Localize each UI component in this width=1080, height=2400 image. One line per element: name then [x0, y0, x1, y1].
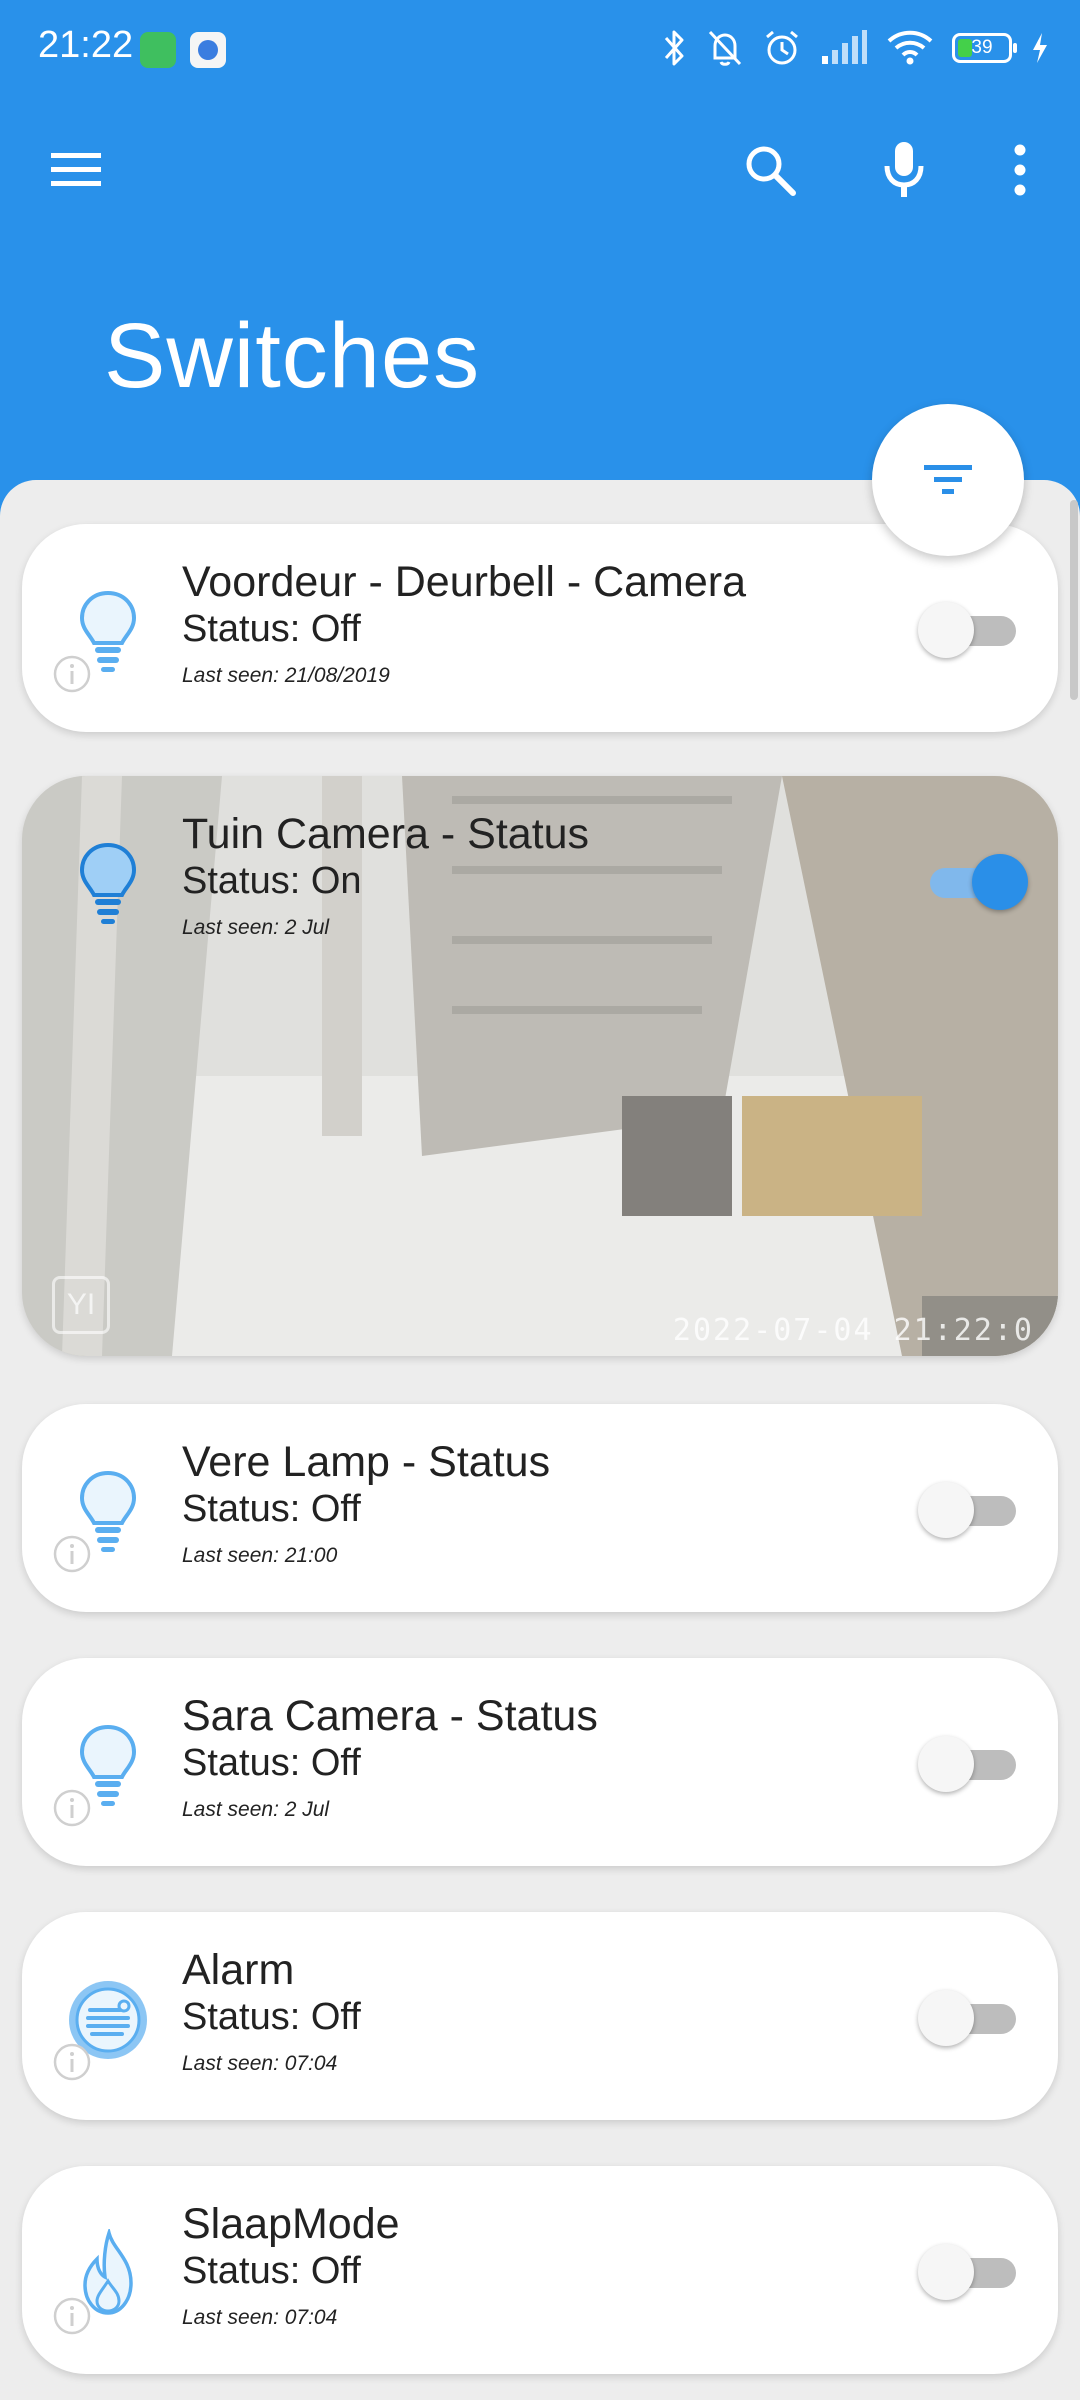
switch-status: Status: Off — [182, 2250, 361, 2292]
switch-title: Tuin Camera - Status — [182, 810, 590, 858]
info-icon[interactable] — [52, 1788, 92, 1828]
signal-icon — [822, 30, 867, 64]
switch-last-seen: Last seen: 2 Jul — [182, 916, 330, 939]
hamburger-menu-icon — [51, 153, 101, 186]
bluetooth-icon — [664, 30, 684, 66]
switch-status: Status: Off — [182, 1488, 361, 1530]
switch-status: Status: On — [182, 860, 362, 902]
status-bar: 21:22 39 — [0, 0, 1080, 96]
switch-card-vere-lamp[interactable]: Vere Lamp - Status Status: Off Last seen… — [22, 1404, 1058, 1612]
camera-brand-logo: YI — [52, 1276, 110, 1334]
switch-last-seen: Last seen: 21:00 — [182, 1544, 338, 1567]
switch-title: Vere Lamp - Status — [182, 1438, 551, 1486]
switch-card-sara-camera[interactable]: Sara Camera - Status Status: Off Last se… — [22, 1658, 1058, 1866]
search-icon — [746, 146, 796, 196]
switch-last-seen: Last seen: 21/08/2019 — [182, 664, 390, 687]
lightbulb-icon — [58, 834, 158, 934]
more-options-button[interactable] — [980, 130, 1060, 210]
app-notification-icon — [190, 32, 226, 68]
switch-toggle[interactable] — [912, 1984, 1030, 2050]
switch-card-alarm[interactable]: Alarm Status: Off Last seen: 07:04 — [22, 1912, 1058, 2120]
battery-percent: 39 — [971, 37, 993, 58]
info-icon[interactable] — [52, 1534, 92, 1574]
filter-icon — [924, 465, 972, 494]
scrollbar[interactable] — [1070, 500, 1078, 700]
switch-title: Sara Camera - Status — [182, 1692, 598, 1740]
voice-search-button[interactable] — [864, 130, 944, 210]
microphone-icon — [884, 142, 924, 197]
switch-status: Status: Off — [182, 1996, 361, 2038]
switch-toggle[interactable] — [912, 596, 1030, 662]
switch-status: Status: Off — [182, 1742, 361, 1784]
menu-button[interactable] — [36, 130, 116, 210]
more-vert-icon — [1014, 144, 1026, 196]
switch-toggle[interactable] — [912, 848, 1030, 914]
switch-card-slaapmode[interactable]: SlaapMode Status: Off Last seen: 07:04 — [22, 2166, 1058, 2374]
switch-card-tuin-camera[interactable]: YI 2022-07-04 21:22:0 Tuin Camera - Stat… — [22, 776, 1058, 1356]
status-time: 21:22 — [38, 24, 134, 66]
info-icon[interactable] — [52, 654, 92, 694]
filter-button[interactable] — [872, 404, 1024, 556]
info-icon[interactable] — [52, 2296, 92, 2336]
charging-bolt-icon — [1033, 33, 1047, 63]
switch-last-seen: Last seen: 07:04 — [182, 2052, 338, 2075]
switch-last-seen: Last seen: 2 Jul — [182, 1798, 330, 1821]
switch-title: Voordeur - Deurbell - Camera — [182, 558, 747, 606]
switch-title: Alarm — [182, 1946, 295, 1994]
bell-off-icon — [708, 30, 742, 66]
switch-toggle[interactable] — [912, 2238, 1030, 2304]
page-title: Switches — [104, 305, 481, 407]
info-icon[interactable] — [52, 2042, 92, 2082]
switch-title: SlaapMode — [182, 2200, 400, 2248]
camera-timestamp: 2022-07-04 21:22:0 — [672, 1313, 1034, 1348]
search-button[interactable] — [730, 130, 810, 210]
camera-feed-image — [22, 776, 1058, 1356]
wifi-icon — [887, 30, 933, 65]
switch-status: Status: Off — [182, 608, 361, 650]
switch-card-voordeur[interactable]: Voordeur - Deurbell - Camera Status: Off… — [22, 524, 1058, 732]
alarm-clock-icon — [766, 30, 798, 65]
battery-icon: 39 — [952, 33, 1017, 63]
switch-toggle[interactable] — [912, 1730, 1030, 1796]
switch-last-seen: Last seen: 07:04 — [182, 2306, 338, 2329]
switch-toggle[interactable] — [912, 1476, 1030, 1542]
app-notification-icon — [140, 32, 176, 68]
